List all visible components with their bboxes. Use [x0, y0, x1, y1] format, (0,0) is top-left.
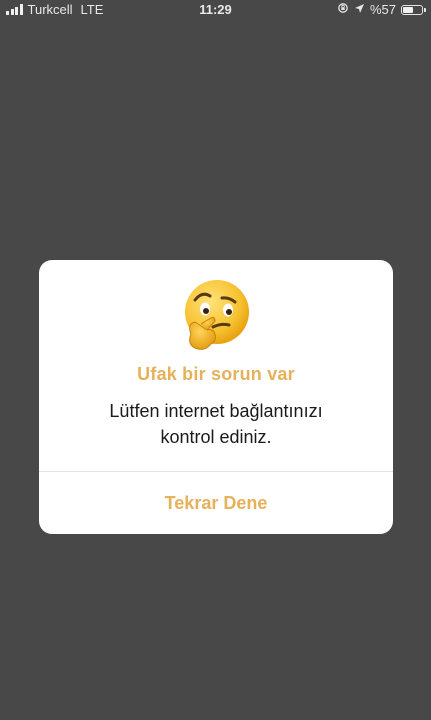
dialog-message: Lütfen internet bağlantınızı kontrol edi… — [59, 398, 373, 450]
status-bar: Turkcell LTE 11:29 %57 — [0, 0, 431, 20]
thinking-face-icon — [185, 280, 249, 350]
dialog-message-line-1: Lütfen internet bağlantınızı — [109, 401, 323, 421]
location-arrow-icon — [354, 2, 365, 17]
dialog-message-line-2: kontrol ediniz. — [160, 427, 272, 447]
battery-percentage: %57 — [369, 2, 396, 17]
battery-icon — [401, 4, 426, 15]
retry-button[interactable]: Tekrar Dene — [39, 472, 393, 534]
connection-error-dialog: Ufak bir sorun var Lütfen internet bağla… — [39, 260, 393, 534]
app-screen: Turkcell LTE 11:29 %57 Ufak bir sorun va… — [0, 0, 431, 720]
orientation-lock-icon — [337, 2, 349, 17]
dialog-title: Ufak bir sorun var — [137, 364, 295, 384]
status-right: %57 — [337, 2, 426, 17]
emoji-container — [39, 278, 393, 356]
battery-level — [403, 6, 413, 13]
